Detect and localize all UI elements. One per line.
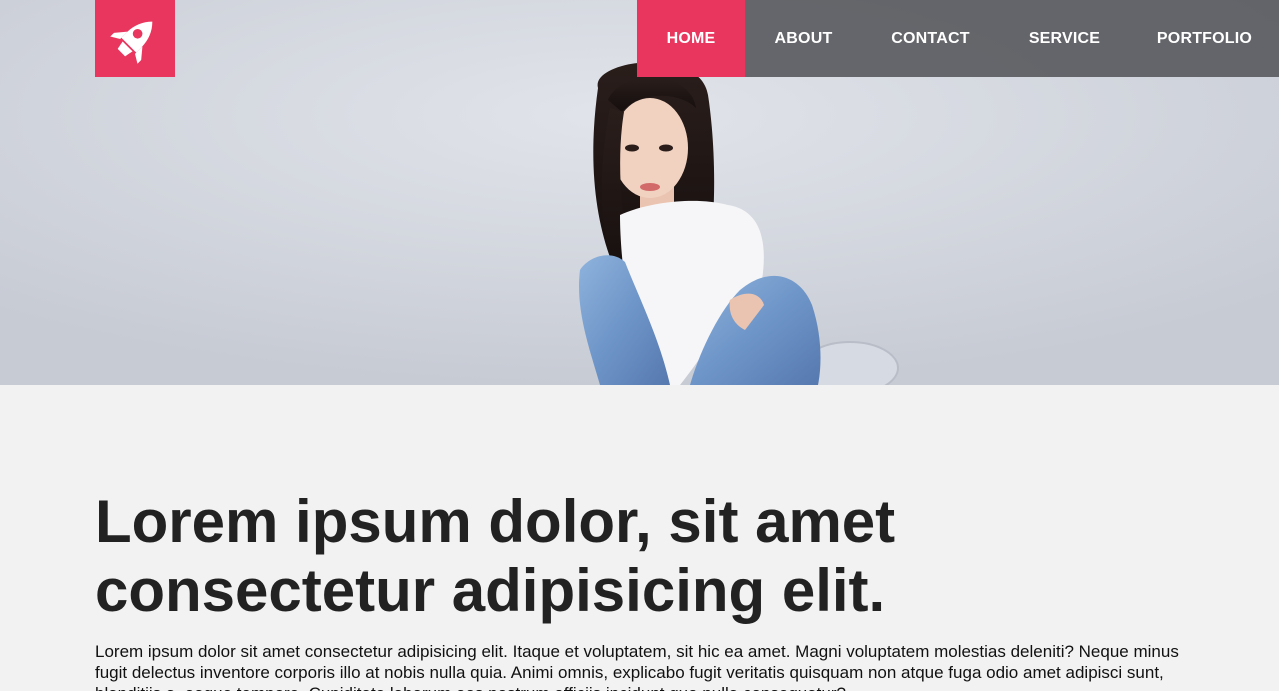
- nav-item-home[interactable]: HOME: [637, 0, 745, 77]
- nav-item-about[interactable]: ABOUT: [745, 0, 862, 77]
- logo[interactable]: [95, 0, 175, 77]
- main-content: Lorem ipsum dolor, sit amet consectetur …: [0, 385, 1279, 691]
- nav-item-portfolio[interactable]: PORTFOLIO: [1130, 0, 1279, 77]
- nav-item-contact[interactable]: CONTACT: [862, 0, 999, 77]
- rocket-icon: [110, 21, 153, 64]
- hero-banner: HOME ABOUT CONTACT SERVICE PORTFOLIO: [0, 0, 1279, 385]
- nav-item-service[interactable]: SERVICE: [999, 0, 1130, 77]
- page-headline: Lorem ipsum dolor, sit amet consectetur …: [95, 488, 896, 624]
- main-nav: HOME ABOUT CONTACT SERVICE PORTFOLIO: [637, 0, 1279, 77]
- intro-paragraph: Lorem ipsum dolor sit amet consectetur a…: [95, 642, 1179, 691]
